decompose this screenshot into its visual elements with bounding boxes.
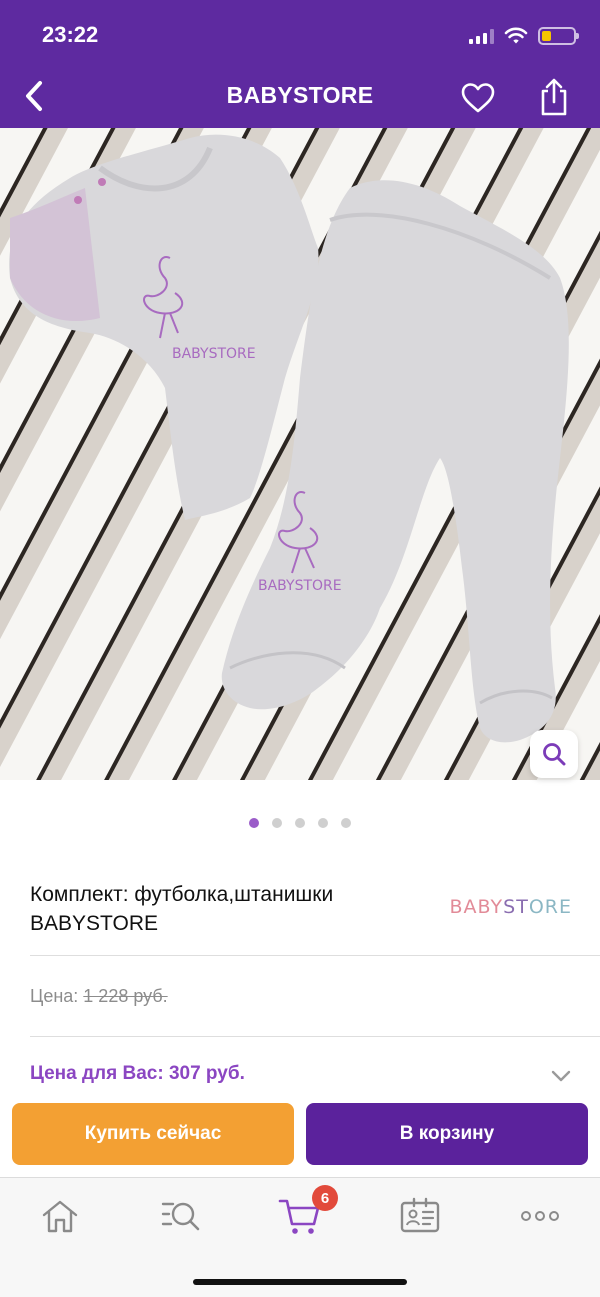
more-icon [521, 1211, 559, 1221]
pager-dot[interactable] [318, 818, 328, 828]
price-expand-button[interactable] [548, 1066, 574, 1086]
svg-text:BABYSTORE: BABYSTORE [172, 346, 256, 362]
chevron-down-icon [551, 1070, 571, 1082]
product-photo: BABYSTORE BABYSTORE [0, 128, 600, 780]
search-icon [543, 743, 566, 766]
status-time: 23:22 [42, 22, 99, 47]
page-title: BABYSTORE [226, 82, 374, 108]
tab-profile[interactable] [390, 1194, 450, 1238]
brand-logo[interactable]: BABYSTORE [450, 896, 572, 918]
battery-icon [538, 27, 579, 45]
pager-dot[interactable] [272, 818, 282, 828]
profile-card-icon [400, 1197, 440, 1233]
search-catalog-icon [161, 1202, 200, 1231]
svg-text:BABYSTORE: BABYSTORE [258, 578, 342, 594]
tab-home[interactable] [30, 1194, 90, 1238]
back-button[interactable] [14, 76, 54, 116]
cart-badge: 6 [312, 1185, 338, 1211]
divider [30, 955, 600, 956]
product-title: Комплект: футболка,штанишки BABYSTORE [30, 883, 334, 935]
chevron-left-icon [26, 81, 42, 111]
your-price: Цена для Вас: 307 руб. [30, 1063, 245, 1084]
product-title-row: Комплект: футболка,штанишки BABYSTORE BA… [30, 880, 572, 940]
share-button[interactable] [532, 74, 576, 120]
tab-catalog-search[interactable] [150, 1194, 210, 1238]
zoom-button[interactable] [530, 730, 578, 778]
divider [30, 1036, 600, 1037]
product-image[interactable]: BABYSTORE BABYSTORE [0, 128, 600, 780]
tab-more[interactable] [510, 1194, 570, 1238]
top-bar: 23:22 BABYSTORE [0, 0, 600, 128]
home-icon [42, 1200, 78, 1233]
pager-dot[interactable] [295, 818, 305, 828]
pager-dot[interactable] [341, 818, 351, 828]
old-price-value: 1 228 руб. [83, 986, 168, 1006]
old-price: Цена: 1 228 руб. [30, 986, 168, 1007]
wifi-icon [504, 27, 528, 44]
share-icon [541, 78, 567, 116]
pager-dot[interactable] [249, 818, 259, 828]
buy-now-button[interactable]: Купить сейчас [12, 1103, 294, 1165]
heart-icon [461, 83, 495, 113]
signal-icon [469, 28, 494, 44]
status-icons [469, 24, 579, 48]
add-to-cart-button[interactable]: В корзину [306, 1103, 588, 1165]
favorite-button[interactable] [456, 76, 500, 120]
old-price-label: Цена: [30, 986, 79, 1006]
home-indicator [193, 1279, 407, 1285]
gallery-pager [0, 818, 600, 828]
